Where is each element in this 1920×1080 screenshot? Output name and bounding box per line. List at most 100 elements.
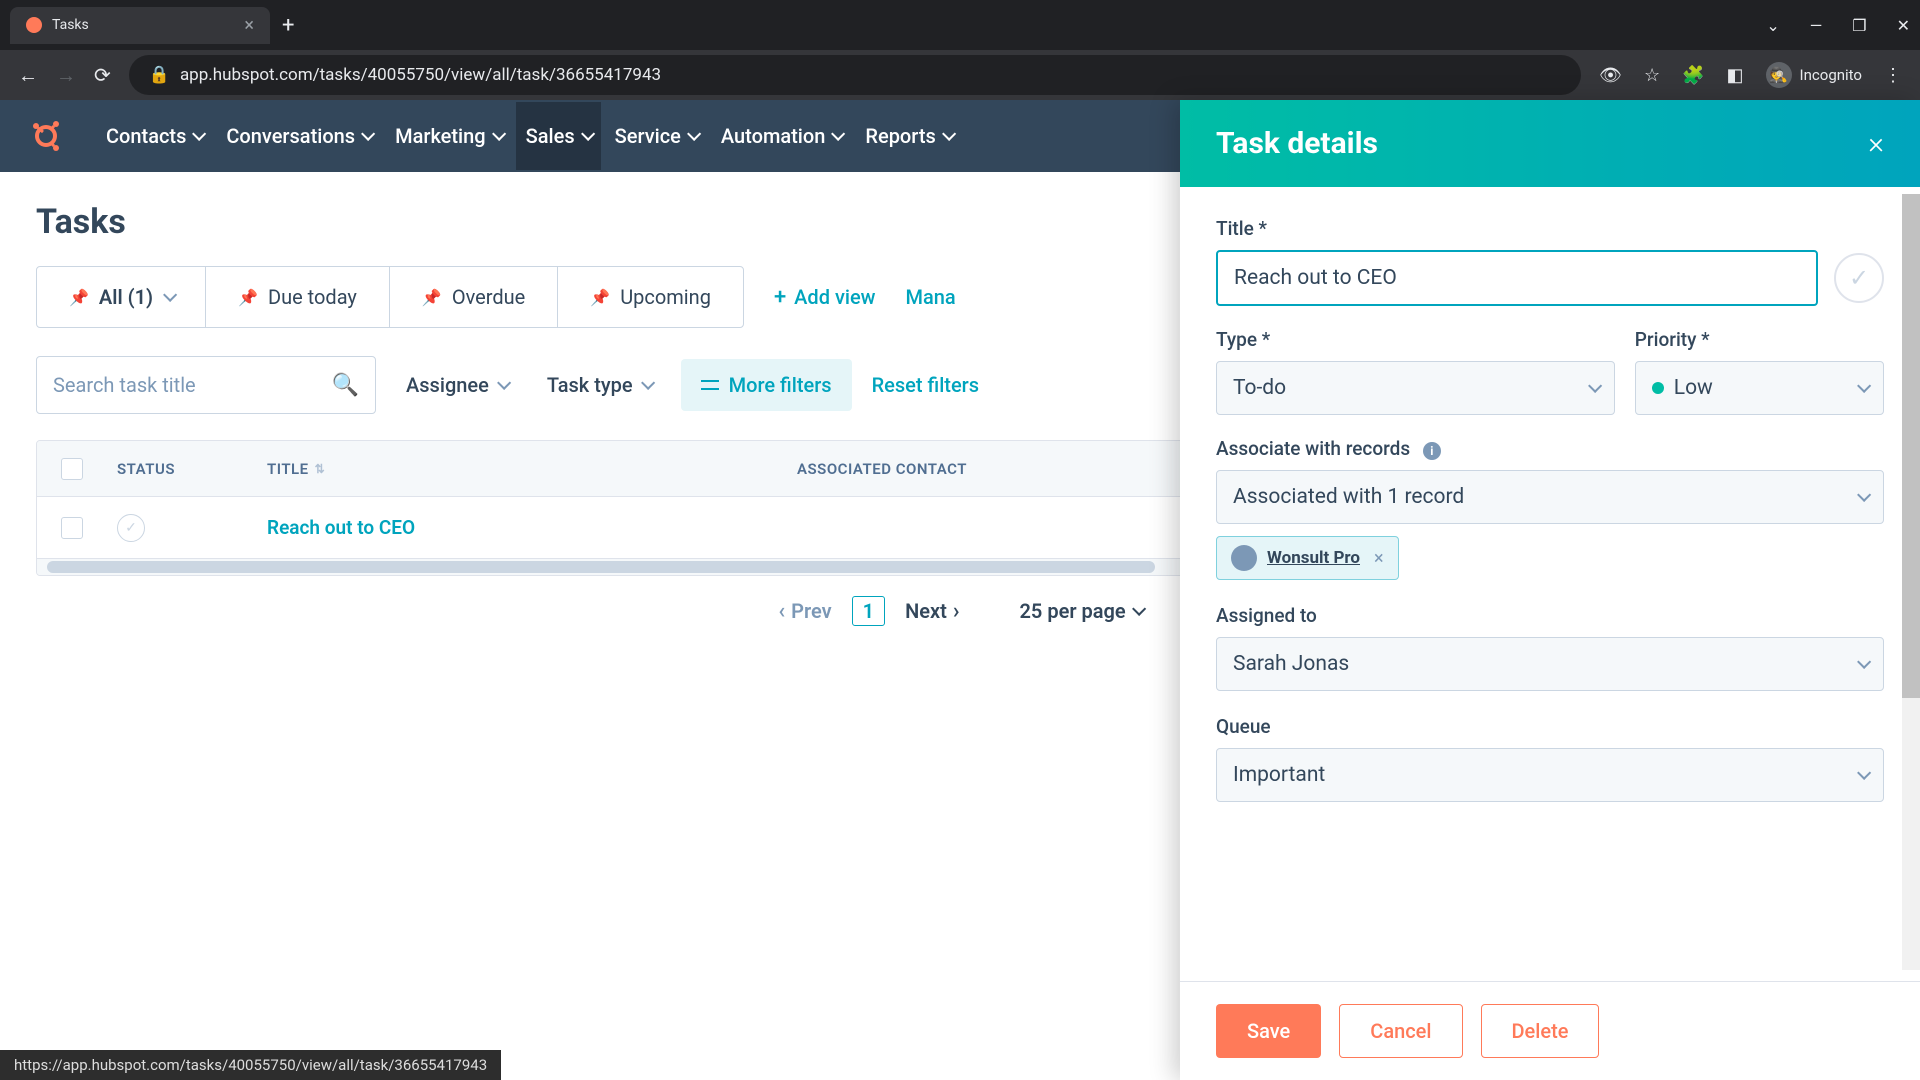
nav-item-service[interactable]: Service <box>605 102 707 170</box>
nav-item-sales[interactable]: Sales <box>516 102 601 170</box>
panel-scrollbar[interactable] <box>1902 194 1920 970</box>
new-tab-button[interactable]: + <box>282 13 294 38</box>
sliders-icon <box>701 378 719 392</box>
url-text: app.hubspot.com/tasks/40055750/view/all/… <box>180 65 661 85</box>
associate-value: Associated with 1 record <box>1233 485 1464 509</box>
caret-down-icon <box>687 131 697 141</box>
tab-close-icon[interactable]: × <box>244 15 254 36</box>
maximize-icon[interactable]: ❐ <box>1852 16 1866 35</box>
associate-select[interactable]: Associated with 1 record <box>1216 470 1884 524</box>
col-title-label: TITLE <box>267 460 309 478</box>
url-field[interactable]: 🔒 app.hubspot.com/tasks/40055750/view/al… <box>129 55 1581 95</box>
page-number[interactable]: 1 <box>852 596 885 626</box>
complete-task-button[interactable]: ✓ <box>1834 253 1884 303</box>
view-tab[interactable]: 📌Upcoming <box>558 267 743 327</box>
per-page-label: 25 per page <box>1020 599 1126 623</box>
queue-select[interactable]: Important <box>1216 748 1884 802</box>
star-icon[interactable]: ☆ <box>1644 65 1660 86</box>
priority-value: Low <box>1674 376 1713 400</box>
assigned-value: Sarah Jonas <box>1233 652 1349 676</box>
caret-down-icon <box>1588 383 1598 393</box>
add-view-label: Add view <box>794 285 875 309</box>
type-value: To-do <box>1233 376 1286 400</box>
reload-button[interactable]: ⟳ <box>94 63 111 87</box>
nav-item-marketing[interactable]: Marketing <box>385 102 512 170</box>
eye-off-icon[interactable]: 👁 <box>1599 65 1622 86</box>
type-field-label: Type * <box>1216 328 1615 351</box>
incognito-icon: 🕵 <box>1766 62 1792 88</box>
row-checkbox[interactable] <box>61 517 83 539</box>
close-window-icon[interactable]: ✕ <box>1897 16 1910 35</box>
assigned-select[interactable]: Sarah Jonas <box>1216 637 1884 691</box>
nav-item-conversations[interactable]: Conversations <box>216 102 381 170</box>
more-filters-button[interactable]: More filters <box>681 359 852 411</box>
side-panel-icon[interactable]: ◧ <box>1727 65 1744 86</box>
chevron-right-icon: › <box>953 599 960 624</box>
assignee-filter[interactable]: Assignee <box>396 373 517 397</box>
back-button[interactable]: ← <box>18 63 38 88</box>
caret-down-icon <box>192 131 202 141</box>
add-view-button[interactable]: + Add view <box>774 285 876 310</box>
caret-down-icon <box>942 131 952 141</box>
incognito-badge[interactable]: 🕵 Incognito <box>1766 62 1862 88</box>
prev-page-button[interactable]: ‹ Prev <box>778 599 831 624</box>
chevron-left-icon: ‹ <box>778 599 785 624</box>
nav-item-reports[interactable]: Reports <box>855 102 961 170</box>
browser-address-bar: ← → ⟳ 🔒 app.hubspot.com/tasks/40055750/v… <box>0 50 1920 100</box>
view-tab[interactable]: 📌All (1) <box>37 267 206 327</box>
col-title-header[interactable]: TITLE ⇅ <box>237 460 757 478</box>
forward-button[interactable]: → <box>56 63 76 88</box>
delete-button[interactable]: Delete <box>1481 1004 1600 1058</box>
view-tab[interactable]: 📌Overdue <box>390 267 558 327</box>
browser-status-bar: https://app.hubspot.com/tasks/40055750/v… <box>0 1050 501 1080</box>
nav-item-contacts[interactable]: Contacts <box>96 102 212 170</box>
associate-label-text: Associate with records <box>1216 437 1410 460</box>
browser-tab[interactable]: Tasks × <box>10 7 270 44</box>
search-icon[interactable]: 🔍 <box>332 373 359 398</box>
associate-field-label: Associate with records i <box>1216 437 1884 460</box>
title-field-label: Title * <box>1216 217 1884 240</box>
caret-down-icon <box>1857 770 1867 780</box>
record-chip-label[interactable]: Wonsult Pro <box>1267 548 1360 568</box>
prev-label: Prev <box>791 599 832 623</box>
nav-label: Contacts <box>106 124 186 148</box>
nav-item-automation[interactable]: Automation <box>711 102 852 170</box>
type-select[interactable]: To-do <box>1216 361 1615 415</box>
window-controls: ⌄ — ❐ ✕ <box>1766 16 1910 35</box>
caret-down-icon <box>1857 492 1867 502</box>
priority-field-label: Priority * <box>1635 328 1884 351</box>
lock-icon: 🔒 <box>149 65 170 85</box>
priority-select[interactable]: Low <box>1635 361 1884 415</box>
col-status-header[interactable]: STATUS <box>107 460 237 478</box>
remove-chip-icon[interactable]: × <box>1374 548 1384 569</box>
save-button[interactable]: Save <box>1216 1004 1321 1058</box>
search-input[interactable] <box>53 373 332 397</box>
incognito-label: Incognito <box>1800 66 1862 84</box>
per-page-select[interactable]: 25 per page <box>1020 599 1142 623</box>
manage-views-link[interactable]: Mana <box>906 285 956 309</box>
info-icon[interactable]: i <box>1423 442 1441 460</box>
extensions-icon[interactable]: 🧩 <box>1682 65 1704 86</box>
caret-down-icon <box>641 380 651 390</box>
next-page-button[interactable]: Next › <box>905 599 959 624</box>
status-circle[interactable]: ✓ <box>117 514 145 542</box>
chevron-down-icon[interactable]: ⌄ <box>1766 16 1779 35</box>
caret-down-icon <box>492 131 502 141</box>
assigned-field-label: Assigned to <box>1216 604 1884 627</box>
cancel-button[interactable]: Cancel <box>1339 1004 1462 1058</box>
task-title-input[interactable] <box>1216 250 1818 306</box>
tab-title: Tasks <box>52 17 89 33</box>
hubspot-logo[interactable] <box>28 118 64 154</box>
nav-label: Conversations <box>226 124 355 148</box>
task-type-filter[interactable]: Task type <box>537 373 661 397</box>
reset-filters-link[interactable]: Reset filters <box>872 373 979 397</box>
caret-down-icon <box>163 292 173 302</box>
close-panel-icon[interactable]: × <box>1868 126 1884 161</box>
minimize-icon[interactable]: — <box>1810 16 1823 35</box>
caret-down-icon <box>497 380 507 390</box>
select-all-checkbox[interactable] <box>61 458 83 480</box>
task-title-link[interactable]: Reach out to CEO <box>267 516 415 539</box>
caret-down-icon <box>361 131 371 141</box>
view-tab[interactable]: 📌Due today <box>206 267 390 327</box>
kebab-menu-icon[interactable]: ⋮ <box>1884 65 1902 86</box>
